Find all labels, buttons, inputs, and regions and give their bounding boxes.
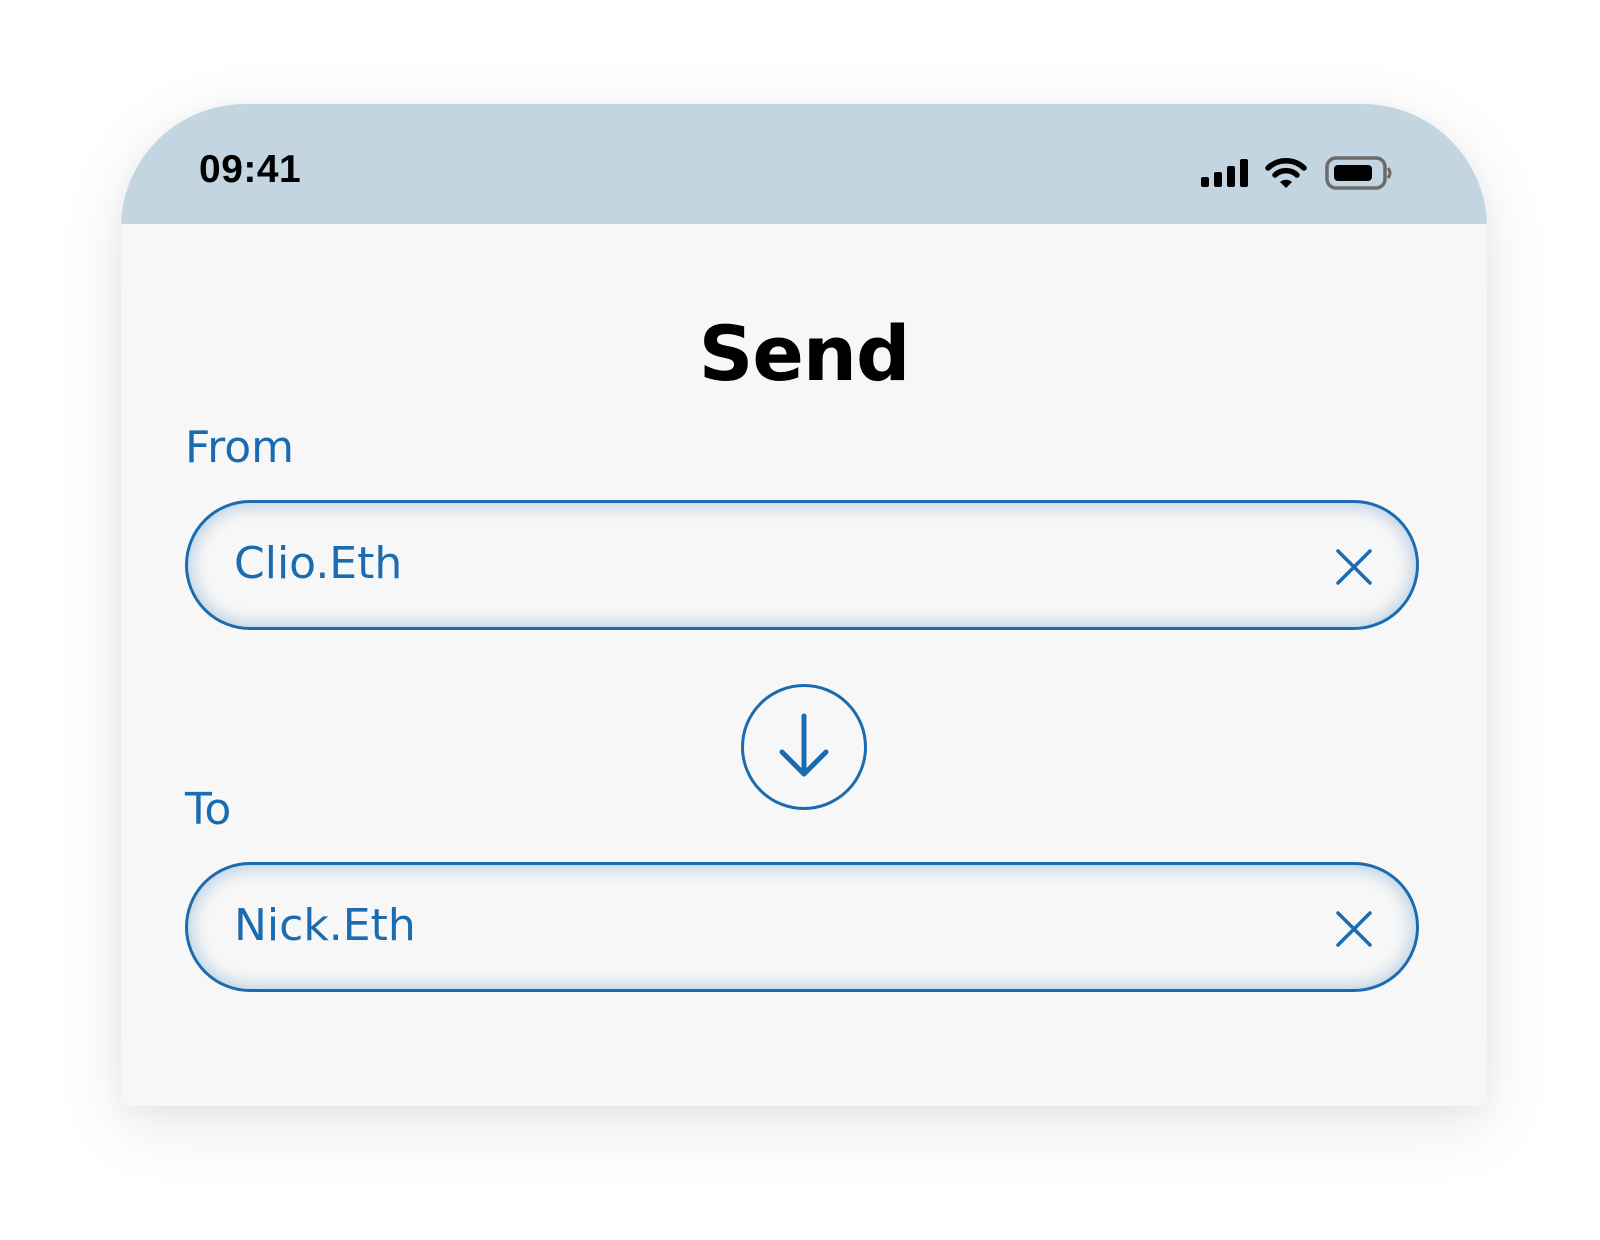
battery-icon [1325,156,1392,190]
to-field[interactable]: Nick.Eth [185,862,1419,992]
close-icon[interactable] [1334,909,1374,949]
page-title: Send [698,309,911,398]
to-label: To [185,784,232,835]
cellular-signal-icon [1201,159,1248,187]
from-label: From [185,422,295,473]
status-time: 09:41 [199,148,302,191]
phone-screen: 09:41 Send From Clio.Eth To Nick.Eth [121,104,1487,1106]
close-icon[interactable] [1334,547,1374,587]
wifi-icon [1265,158,1307,188]
status-icons [1201,156,1393,190]
to-field-value[interactable]: Nick.Eth [234,900,416,951]
from-field-value[interactable]: Clio.Eth [234,538,402,589]
swap-button[interactable] [741,684,867,810]
arrow-down-icon [779,713,829,777]
from-field[interactable]: Clio.Eth [185,500,1419,630]
status-bar: 09:41 [121,104,1487,224]
